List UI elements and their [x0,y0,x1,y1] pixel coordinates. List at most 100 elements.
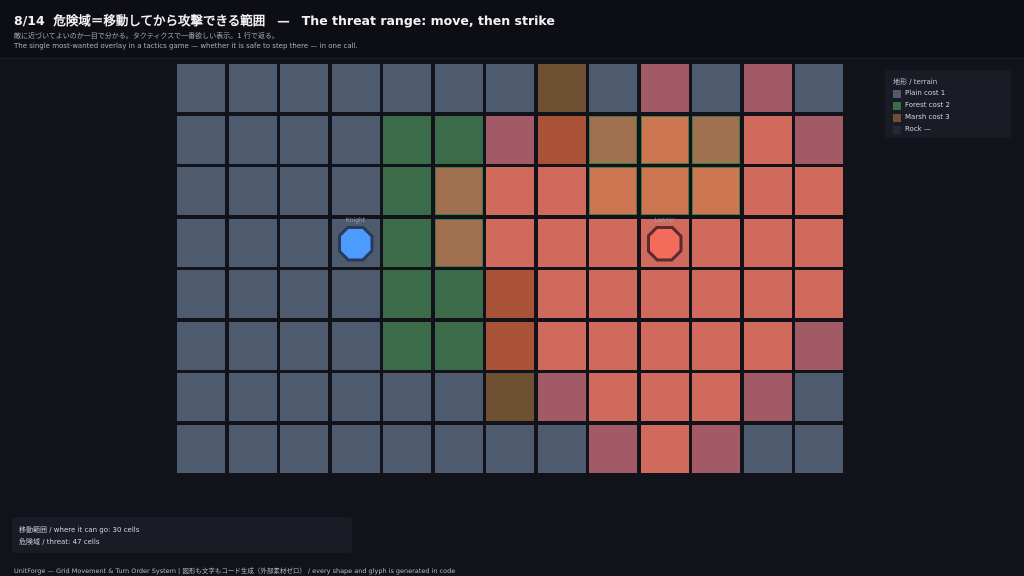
threat-cell[interactable] [640,373,689,421]
threat-marsh-cell[interactable] [486,321,534,370]
plain-cell[interactable] [228,64,277,112]
threat-forest-cell[interactable] [640,167,689,215]
plain-cell[interactable] [280,321,328,370]
forest-cell[interactable] [383,218,431,267]
threat-cell[interactable] [486,218,534,267]
plain-cell[interactable] [434,424,483,473]
plain-cell[interactable] [177,270,225,318]
threat-edge-cell[interactable] [589,424,637,473]
plain-cell[interactable] [331,270,380,318]
threat-edge-cell[interactable] [692,424,740,473]
threat-edge-cell[interactable] [795,321,843,370]
plain-cell[interactable] [795,64,843,112]
enemy-unit[interactable] [646,225,683,262]
threat-cell[interactable] [537,218,586,267]
plain-cell[interactable] [743,424,792,473]
threat-cell[interactable] [743,167,792,215]
threat-cell[interactable] [692,373,740,421]
plain-cell[interactable] [228,321,277,370]
threat-forest-cell[interactable] [589,167,637,215]
threat-cell[interactable] [640,321,689,370]
threat-forest-cell[interactable] [434,167,483,215]
plain-cell[interactable] [331,167,380,215]
threat-cell[interactable] [692,270,740,318]
plain-cell[interactable] [383,424,431,473]
threat-cell[interactable] [640,270,689,318]
threat-forest-cell[interactable] [640,115,689,164]
plain-cell[interactable] [280,218,328,267]
plain-cell[interactable] [331,321,380,370]
plain-cell[interactable] [177,218,225,267]
plain-cell[interactable] [331,115,380,164]
forest-cell[interactable] [434,270,483,318]
threat-edge-cell[interactable] [486,115,534,164]
plain-cell[interactable] [434,373,483,421]
forest-cell[interactable] [434,321,483,370]
ally-unit[interactable] [337,225,374,262]
plain-cell[interactable] [589,64,637,112]
plain-cell[interactable] [795,424,843,473]
threat-edge-cell[interactable] [537,373,586,421]
plain-cell[interactable] [177,167,225,215]
threat-cell[interactable] [692,218,740,267]
plain-cell[interactable] [331,424,380,473]
plain-cell[interactable] [280,115,328,164]
threat-cell[interactable] [795,167,843,215]
threat-cell[interactable] [537,321,586,370]
threat-cell[interactable] [795,270,843,318]
threat-cell[interactable] [589,321,637,370]
threat-forest-cell[interactable] [589,115,637,164]
plain-cell[interactable] [486,64,534,112]
plain-cell[interactable] [795,373,843,421]
plain-cell[interactable] [280,424,328,473]
plain-cell[interactable] [228,373,277,421]
threat-edge-cell[interactable] [743,64,792,112]
threat-edge-cell[interactable] [640,64,689,112]
plain-cell[interactable] [383,373,431,421]
plain-cell[interactable] [692,64,740,112]
threat-cell[interactable] [486,167,534,215]
plain-cell[interactable] [280,167,328,215]
marsh-cell[interactable] [486,373,534,421]
threat-cell[interactable] [589,218,637,267]
plain-cell[interactable] [177,321,225,370]
plain-cell[interactable] [331,373,380,421]
threat-forest-cell[interactable] [692,115,740,164]
threat-cell[interactable] [537,270,586,318]
threat-edge-cell[interactable] [743,373,792,421]
plain-cell[interactable] [177,64,225,112]
threat-cell[interactable] [743,218,792,267]
marsh-cell[interactable] [537,64,586,112]
forest-cell[interactable] [383,321,431,370]
forest-cell[interactable] [383,115,431,164]
plain-cell[interactable] [177,373,225,421]
plain-cell[interactable] [280,64,328,112]
plain-cell[interactable] [228,270,277,318]
plain-cell[interactable] [280,373,328,421]
plain-cell[interactable] [228,167,277,215]
plain-cell[interactable] [434,64,483,112]
plain-cell[interactable] [280,270,328,318]
threat-cell[interactable] [589,270,637,318]
threat-cell[interactable] [743,321,792,370]
threat-edge-cell[interactable] [795,115,843,164]
threat-cell[interactable] [795,218,843,267]
threat-cell[interactable] [743,270,792,318]
threat-cell[interactable] [743,115,792,164]
threat-cell[interactable] [537,167,586,215]
plain-cell[interactable] [486,424,534,473]
threat-forest-cell[interactable] [434,218,483,267]
plain-cell[interactable] [537,424,586,473]
plain-cell[interactable] [331,64,380,112]
plain-cell[interactable] [228,218,277,267]
threat-marsh-cell[interactable] [486,270,534,318]
threat-marsh-cell[interactable] [537,115,586,164]
plain-cell[interactable] [383,64,431,112]
forest-cell[interactable] [383,270,431,318]
threat-cell[interactable] [589,373,637,421]
plain-cell[interactable] [228,115,277,164]
threat-cell[interactable] [692,321,740,370]
plain-cell[interactable] [177,115,225,164]
forest-cell[interactable] [434,115,483,164]
threat-cell[interactable] [640,424,689,473]
